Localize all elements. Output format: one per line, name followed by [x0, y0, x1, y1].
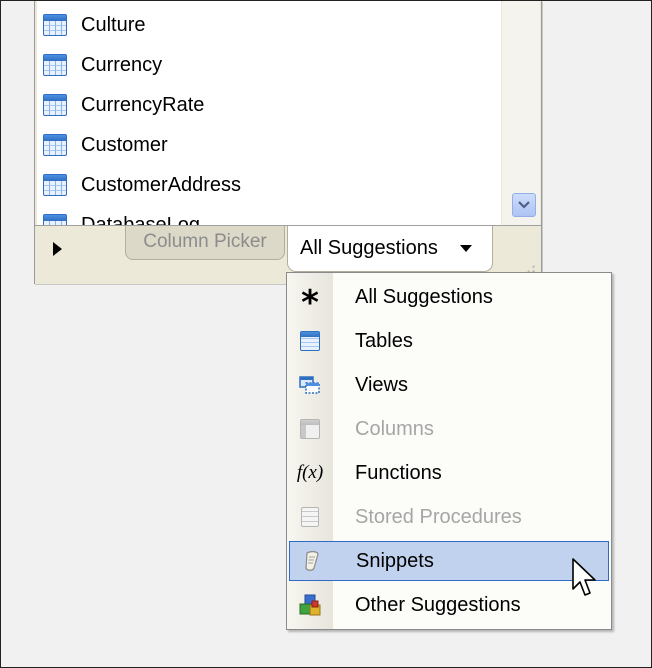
menu-item-functions[interactable]: f(x) Functions [287, 453, 611, 493]
menu-item-stored-procedures: Stored Procedures [287, 497, 611, 537]
list-item-label: Currency [81, 53, 163, 76]
other-suggestions-icon [299, 594, 321, 616]
columns-icon [300, 419, 320, 439]
menu-item-label: Tables [355, 329, 413, 352]
list-item-label: CustomerAddress [81, 173, 242, 196]
table-icon [43, 174, 67, 196]
menu-item-tables[interactable]: Tables [287, 321, 611, 361]
menu-item-snippets[interactable]: Snippets [289, 541, 609, 581]
chevron-down-icon [518, 201, 530, 209]
menu-item-label: Snippets [356, 549, 434, 572]
menu-item-label: Functions [355, 461, 442, 484]
menu-item-other-suggestions[interactable]: Other Suggestions [287, 585, 611, 625]
screenshot-frame: Culture Currency CurrencyRate Customer C… [0, 0, 652, 668]
caret-down-icon[interactable] [459, 245, 472, 252]
menu-item-label: Columns [355, 417, 434, 440]
snippet-icon [305, 551, 319, 571]
function-icon: f(x) [296, 462, 324, 483]
suggestion-list[interactable]: Culture Currency CurrencyRate Customer C… [37, 1, 501, 225]
list-item[interactable]: CustomerAddress [37, 165, 501, 205]
list-item-label: Customer [81, 133, 168, 156]
menu-item-label: Views [355, 373, 408, 396]
table-icon [43, 134, 67, 156]
list-item-label: CurrencyRate [81, 93, 205, 116]
table-icon [43, 14, 67, 36]
list-item-label: DatabaseLog [81, 213, 200, 226]
autocomplete-popup: Culture Currency CurrencyRate Customer C… [34, 1, 542, 284]
table-icon [43, 54, 67, 76]
menu-item-columns: Columns [287, 409, 611, 449]
view-icon [299, 376, 320, 394]
list-item[interactable]: Culture [37, 5, 501, 45]
suggestion-filter-menu: * All Suggestions Tables Views Columns f… [286, 272, 612, 630]
list-item-label: Culture [81, 13, 146, 36]
scroll-down-button[interactable] [512, 193, 536, 217]
tab-all-suggestions[interactable]: All Suggestions [287, 226, 493, 272]
table-icon [300, 331, 320, 351]
list-item[interactable]: Customer [37, 125, 501, 165]
expand-arrow-icon[interactable] [53, 242, 62, 256]
menu-item-label: All Suggestions [355, 285, 493, 308]
tab-column-picker[interactable]: Column Picker [125, 226, 285, 260]
list-item[interactable]: CurrencyRate [37, 85, 501, 125]
mouse-cursor-icon [572, 558, 596, 596]
table-icon [43, 214, 67, 225]
menu-item-label: Stored Procedures [355, 505, 522, 528]
vertical-scrollbar[interactable] [502, 1, 540, 225]
asterisk-icon: * [301, 283, 319, 323]
list-item[interactable]: DatabaseLog [37, 205, 501, 225]
list-item[interactable]: Currency [37, 45, 501, 85]
table-icon [43, 94, 67, 116]
menu-item-label: Other Suggestions [355, 593, 521, 616]
stored-procedure-icon [301, 507, 319, 527]
menu-item-all-suggestions[interactable]: * All Suggestions [287, 277, 611, 323]
menu-item-views[interactable]: Views [287, 365, 611, 405]
tab-label: All Suggestions [300, 237, 438, 259]
